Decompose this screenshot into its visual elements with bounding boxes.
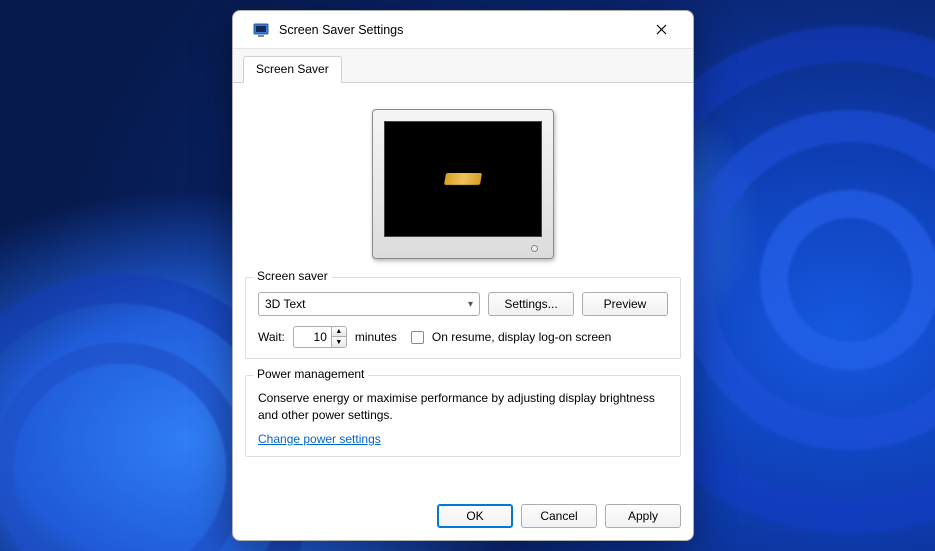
power-management-group: Power management Conserve energy or maxi…	[245, 375, 681, 457]
close-button[interactable]	[641, 15, 681, 45]
dialog-button-row: OK Cancel Apply	[233, 494, 693, 540]
screensaver-group: Screen saver 3D Text ▾ Settings... Previ…	[245, 277, 681, 359]
wait-spin-down[interactable]: ▼	[332, 337, 346, 347]
tab-strip: Screen Saver	[233, 49, 693, 83]
preview-area	[245, 91, 681, 271]
window-title: Screen Saver Settings	[279, 23, 641, 37]
preview-button[interactable]: Preview	[582, 292, 668, 316]
resume-checkbox[interactable]	[411, 331, 424, 344]
resume-checkbox-label: On resume, display log-on screen	[432, 330, 611, 344]
wait-label: Wait:	[258, 330, 285, 344]
wait-input[interactable]	[293, 326, 331, 348]
monitor-preview	[372, 109, 554, 259]
chevron-down-icon: ▾	[468, 299, 473, 310]
screen-saver-settings-dialog: Screen Saver Settings Screen Saver Scree…	[232, 10, 694, 541]
monitor-screen	[384, 121, 542, 237]
screensaver-group-title: Screen saver	[253, 269, 332, 283]
monitor-led-icon	[531, 245, 538, 252]
cancel-button[interactable]: Cancel	[521, 504, 597, 528]
app-icon	[253, 22, 269, 38]
wait-spinner: ▲ ▼	[293, 326, 347, 348]
tab-screen-saver[interactable]: Screen Saver	[243, 56, 342, 83]
wait-unit: minutes	[355, 330, 397, 344]
change-power-settings-link[interactable]: Change power settings	[258, 432, 381, 446]
wait-spin-up[interactable]: ▲	[332, 327, 346, 337]
screensaver-select-value: 3D Text	[265, 297, 305, 311]
dialog-content: Screen saver 3D Text ▾ Settings... Previ…	[233, 83, 693, 494]
power-management-text: Conserve energy or maximise performance …	[258, 390, 668, 424]
titlebar: Screen Saver Settings	[233, 11, 693, 49]
ok-button[interactable]: OK	[437, 504, 513, 528]
apply-button[interactable]: Apply	[605, 504, 681, 528]
settings-button[interactable]: Settings...	[488, 292, 574, 316]
screensaver-preview-graphic	[444, 173, 482, 185]
power-management-title: Power management	[253, 367, 368, 381]
screensaver-select[interactable]: 3D Text ▾	[258, 292, 480, 316]
close-icon	[656, 24, 667, 35]
